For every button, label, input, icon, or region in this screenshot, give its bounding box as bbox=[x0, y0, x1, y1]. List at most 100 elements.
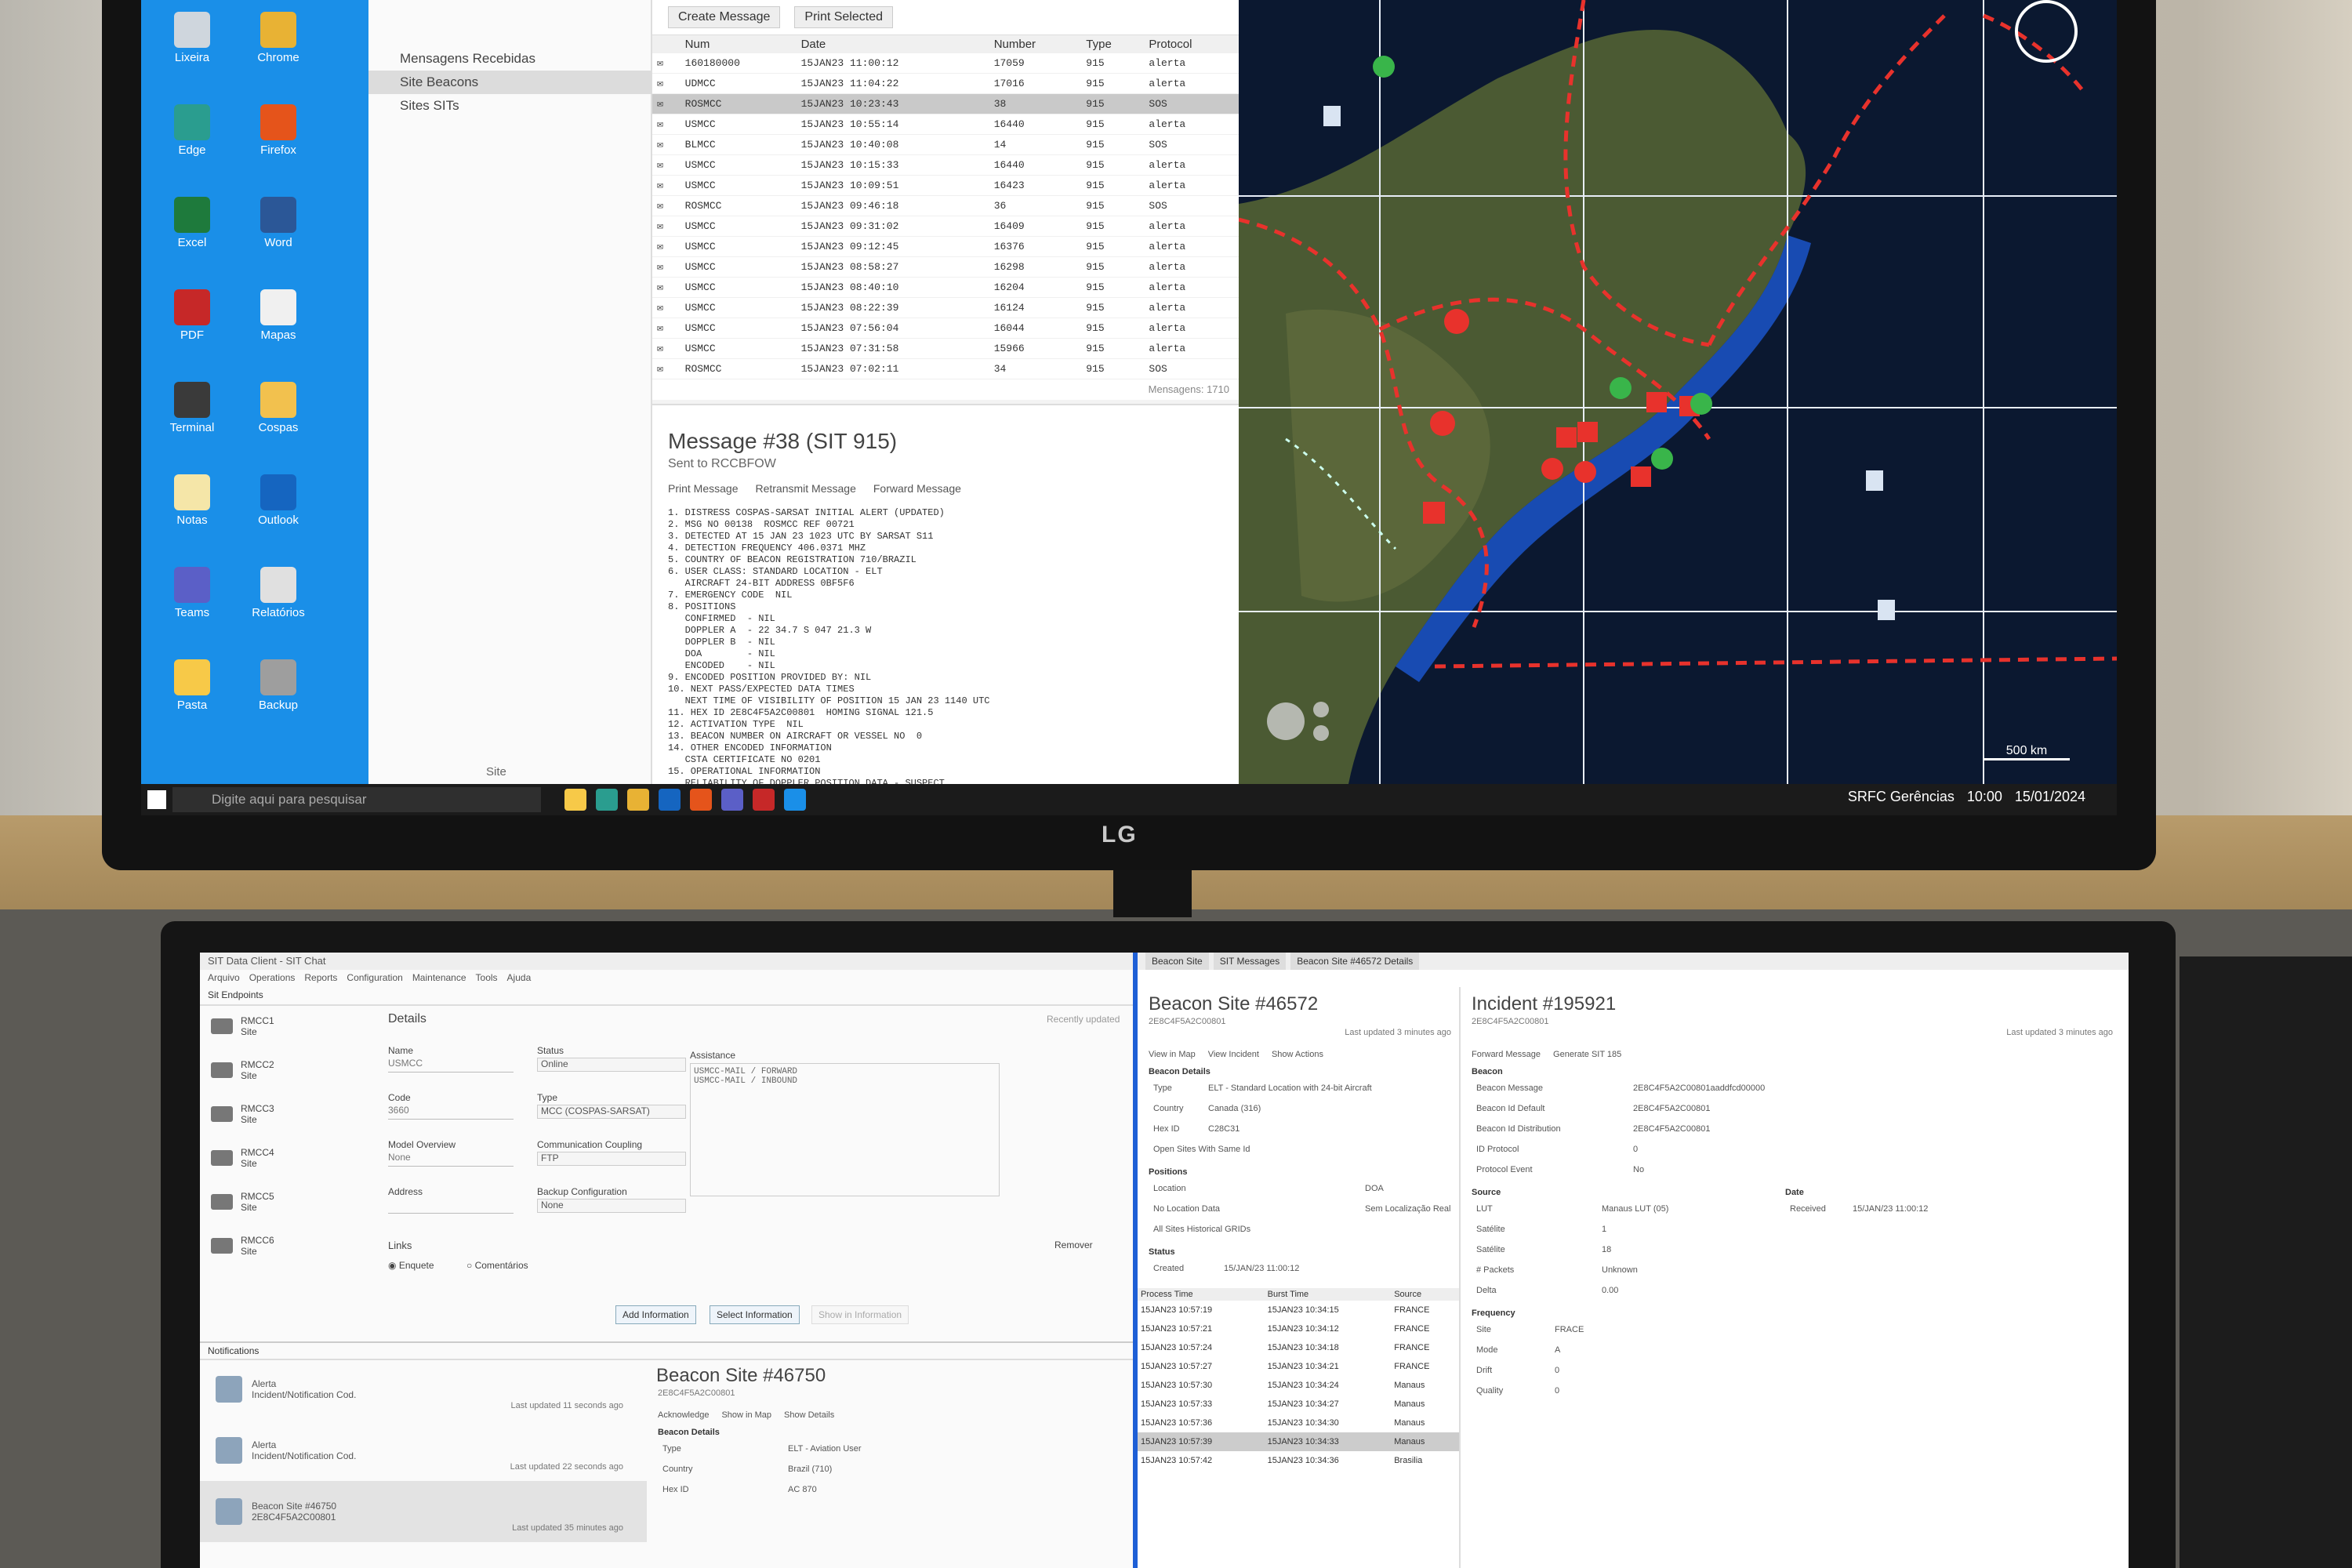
table-row[interactable]: ✉ 160180000 15JAN23 11:00:12 17059 915 alerta bbox=[652, 53, 1239, 74]
all-sites-link[interactable]: All Sites Historical GRIDs bbox=[1138, 1219, 1459, 1240]
desktop-shortcut-icon[interactable]: Excel bbox=[157, 197, 227, 267]
file-explorer-icon[interactable] bbox=[564, 789, 586, 811]
column-header[interactable] bbox=[652, 35, 681, 53]
site-list-item[interactable]: RMCC2 Site bbox=[200, 1048, 349, 1092]
table-row[interactable]: 15JAN23 10:57:19 15JAN23 10:34:15 FRANCE bbox=[1138, 1301, 1459, 1319]
alert-list-item[interactable]: Alerta Incident/Notification Cod. Last upd… bbox=[200, 1420, 647, 1481]
table-row[interactable]: ✉ USMCC 15JAN23 07:56:04 16044 915 alerta bbox=[652, 318, 1239, 339]
code-field[interactable]: 3660 bbox=[388, 1105, 514, 1120]
model-field[interactable]: None bbox=[388, 1152, 514, 1167]
show-information-button[interactable]: Show in Information bbox=[811, 1305, 909, 1324]
column-header[interactable]: Burst Time bbox=[1264, 1288, 1392, 1301]
table-row[interactable]: ✉ ROSMCC 15JAN23 07:02:11 34 915 SOS bbox=[652, 358, 1239, 379]
pdf-icon[interactable] bbox=[753, 789, 775, 811]
desktop-shortcut-icon[interactable]: Terminal bbox=[157, 382, 227, 452]
menu-item[interactable]: Ajuda bbox=[507, 970, 532, 985]
tab-notifications[interactable]: Notifications bbox=[200, 1343, 1133, 1360]
table-row[interactable]: 15JAN23 10:57:24 15JAN23 10:34:18 FRANCE bbox=[1138, 1338, 1459, 1357]
firefox-icon[interactable] bbox=[690, 789, 712, 811]
sit-client-taskbar-icon[interactable] bbox=[784, 789, 806, 811]
column-header[interactable]: Date bbox=[796, 35, 989, 53]
menu-item[interactable]: Reports bbox=[304, 970, 337, 985]
table-row[interactable]: 15JAN23 10:57:42 15JAN23 10:34:36 Brasilia bbox=[1138, 1451, 1459, 1470]
table-row[interactable]: ✉ USMCC 15JAN23 09:12:45 16376 915 alerta bbox=[652, 236, 1239, 257]
comm-select[interactable]: FTP bbox=[537, 1152, 686, 1166]
add-information-button[interactable]: Add Information bbox=[615, 1305, 696, 1324]
chrome-icon[interactable] bbox=[627, 789, 649, 811]
radio-enquete[interactable]: ◉ Enquete bbox=[388, 1260, 434, 1271]
tab-beacon-details[interactable]: Beacon Site #46572 Details bbox=[1290, 953, 1420, 970]
desktop-shortcut-icon[interactable]: Cospas bbox=[243, 382, 314, 452]
table-row[interactable]: ✉ ROSMCC 15JAN23 10:23:43 38 915 SOS bbox=[652, 93, 1239, 114]
create-message-button[interactable]: Create Message bbox=[668, 6, 781, 28]
table-row[interactable]: 15JAN23 10:57:33 15JAN23 10:34:27 Manaus bbox=[1138, 1395, 1459, 1414]
desktop-shortcut-icon[interactable]: Notas bbox=[157, 474, 227, 545]
tree-item-sits[interactable]: Sites SITs bbox=[368, 94, 651, 118]
open-same-id-link[interactable]: Open Sites With Same Id bbox=[1138, 1139, 1459, 1160]
print-message-button[interactable]: Print Message bbox=[668, 482, 738, 495]
site-list-item[interactable]: RMCC5 Site bbox=[200, 1180, 349, 1224]
table-row[interactable]: 15JAN23 10:57:36 15JAN23 10:34:30 Manaus bbox=[1138, 1414, 1459, 1432]
menu-item[interactable]: Maintenance bbox=[412, 970, 466, 985]
edge-icon[interactable] bbox=[596, 789, 618, 811]
table-row[interactable]: ✉ USMCC 15JAN23 07:31:58 15966 915 alerta bbox=[652, 338, 1239, 359]
address-field[interactable] bbox=[388, 1199, 514, 1214]
column-header[interactable]: Type bbox=[1081, 35, 1145, 53]
select-information-button[interactable]: Select Information bbox=[710, 1305, 800, 1324]
assistance-textarea[interactable]: USMCC-MAIL / FORWARD USMCC-MAIL / INBOUN… bbox=[690, 1063, 1000, 1196]
show-details-button[interactable]: Show Details bbox=[784, 1410, 834, 1420]
desktop-shortcut-icon[interactable]: Mapas bbox=[243, 289, 314, 360]
type-select[interactable]: MCC (COSPAS-SARSAT) bbox=[537, 1105, 686, 1119]
desktop-shortcut-icon[interactable]: Word bbox=[243, 197, 314, 267]
table-row[interactable]: 15JAN23 10:57:30 15JAN23 10:34:24 Manaus bbox=[1138, 1376, 1459, 1395]
tray-label[interactable]: SRFC Gerências bbox=[1848, 789, 1955, 805]
tree-item-beacon-sites[interactable]: Site Beacons bbox=[368, 71, 651, 94]
table-row[interactable]: 15JAN23 10:57:27 15JAN23 10:34:21 FRANCE bbox=[1138, 1357, 1459, 1376]
compass-icon[interactable] bbox=[2015, 0, 2078, 63]
table-row[interactable]: ✉ BLMCC 15JAN23 10:40:08 14 915 SOS bbox=[652, 134, 1239, 155]
menu-item[interactable]: Tools bbox=[476, 970, 498, 985]
table-row[interactable]: ✉ UDMCC 15JAN23 11:04:22 17016 915 alerta bbox=[652, 73, 1239, 94]
column-header[interactable]: Num bbox=[680, 35, 797, 53]
menu-item[interactable]: Configuration bbox=[347, 970, 402, 985]
column-header[interactable]: Source bbox=[1391, 1288, 1459, 1301]
desktop-shortcut-icon[interactable]: Pasta bbox=[157, 659, 227, 730]
print-selected-button[interactable]: Print Selected bbox=[794, 6, 893, 28]
site-list-item[interactable]: RMCC1 Site bbox=[200, 1004, 349, 1048]
remove-button[interactable]: Remover bbox=[1054, 1240, 1093, 1250]
show-in-map-button[interactable]: Show in Map bbox=[721, 1410, 771, 1420]
desktop-shortcut-icon[interactable]: PDF bbox=[157, 289, 227, 360]
acknowledge-button[interactable]: Acknowledge bbox=[658, 1410, 709, 1420]
alert-list-item[interactable]: Beacon Site #46750 2E8C4F5A2C00801 Last up… bbox=[200, 1481, 647, 1542]
tray-date[interactable]: 15/01/2024 bbox=[2015, 789, 2085, 805]
desktop-shortcut-icon[interactable]: Outlook bbox=[243, 474, 314, 545]
table-row[interactable]: ✉ ROSMCC 15JAN23 09:46:18 36 915 SOS bbox=[652, 195, 1239, 216]
table-row[interactable]: ✉ USMCC 15JAN23 09:31:02 16409 915 alerta bbox=[652, 216, 1239, 237]
site-list-item[interactable]: RMCC6 Site bbox=[200, 1224, 349, 1268]
table-row[interactable]: 15JAN23 10:57:39 15JAN23 10:34:33 Manaus bbox=[1138, 1432, 1459, 1451]
map-nav-control[interactable] bbox=[1267, 702, 1305, 740]
table-row[interactable]: ✉ USMCC 15JAN23 08:58:27 16298 915 alerta bbox=[652, 256, 1239, 278]
menu-item[interactable]: Arquivo bbox=[208, 970, 240, 985]
desktop-shortcut-icon[interactable]: Relatórios bbox=[243, 567, 314, 637]
tray-time[interactable]: 10:00 bbox=[1967, 789, 2002, 805]
show-actions-button[interactable]: Show Actions bbox=[1272, 1050, 1323, 1059]
desktop-shortcut-icon[interactable]: Edge bbox=[157, 104, 227, 175]
tab-sit-endpoints[interactable]: Sit Endpoints bbox=[200, 985, 1133, 1006]
name-field[interactable]: USMCC bbox=[388, 1058, 514, 1073]
site-list-item[interactable]: RMCC4 Site bbox=[200, 1136, 349, 1180]
site-list-item[interactable]: RMCC3 Site bbox=[200, 1092, 349, 1136]
desktop-shortcut-icon[interactable]: Lixeira bbox=[157, 12, 227, 82]
backup-select[interactable]: None bbox=[537, 1199, 686, 1213]
teams-icon[interactable] bbox=[721, 789, 743, 811]
zoom-control[interactable] bbox=[1313, 725, 1329, 741]
alert-list-item[interactable]: Alerta Incident/Notification Cod. Last upd… bbox=[200, 1359, 647, 1420]
table-row[interactable]: ✉ USMCC 15JAN23 10:55:14 16440 915 alerta bbox=[652, 114, 1239, 135]
tab-sit-messages[interactable]: SIT Messages bbox=[1213, 953, 1287, 970]
column-header[interactable]: Protocol bbox=[1144, 35, 1239, 53]
table-row[interactable]: 15JAN23 10:57:21 15JAN23 10:34:12 FRANCE bbox=[1138, 1319, 1459, 1338]
view-in-map-button[interactable]: View in Map bbox=[1149, 1050, 1196, 1059]
table-row[interactable]: ✉ USMCC 15JAN23 10:09:51 16423 915 alerta bbox=[652, 175, 1239, 196]
outlook-icon[interactable] bbox=[659, 789, 681, 811]
generate-sit-button[interactable]: Generate SIT 185 bbox=[1553, 1050, 1621, 1059]
